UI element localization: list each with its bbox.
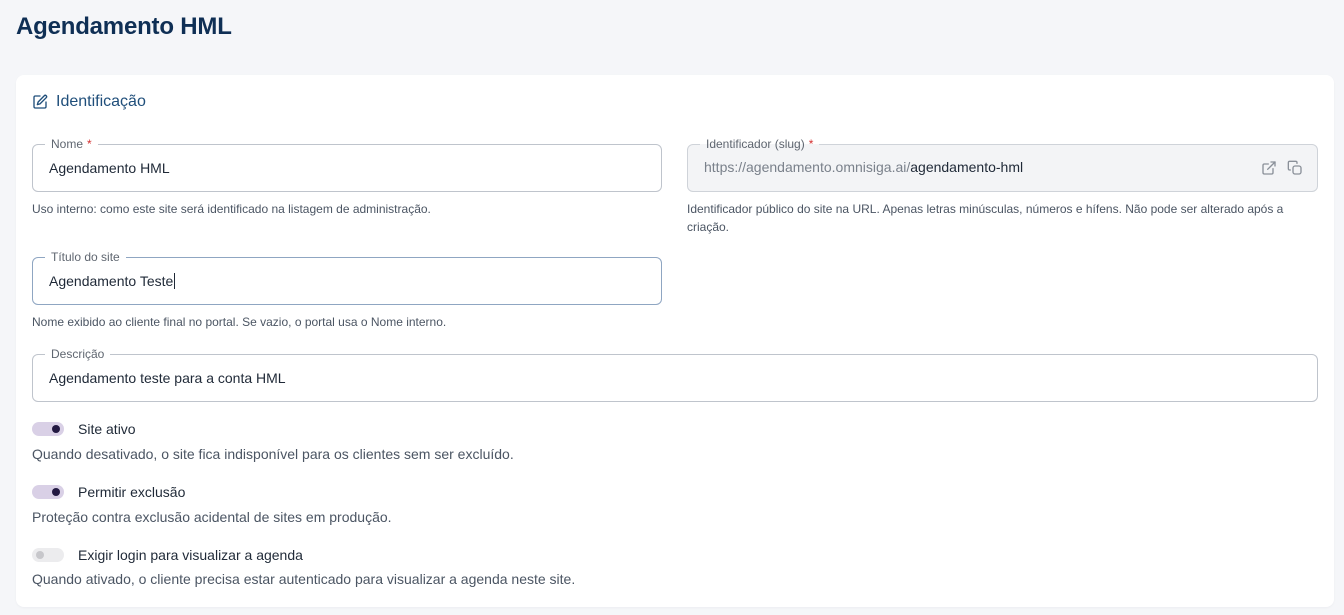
- slug-input: https://agendamento.omnisiga.ai/agendame…: [704, 159, 1023, 175]
- name-helper: Uso interno: como este site será identif…: [32, 202, 431, 216]
- switch-knob: [52, 488, 60, 496]
- slug-actions: [1261, 160, 1303, 181]
- switch-knob: [52, 425, 60, 433]
- external-link-icon[interactable]: [1261, 160, 1277, 181]
- slug-field: Identificador (slug) * https://agendament…: [687, 137, 1318, 192]
- allow-delete-label: Permitir exclusão: [78, 484, 186, 500]
- slug-helper-line1: Identificador público do site na URL. Ap…: [687, 202, 1284, 216]
- toggle-allow-delete: Permitir exclusão: [32, 484, 185, 500]
- edit-icon: [32, 94, 48, 110]
- site-active-description: Quando desativado, o site fica indisponí…: [32, 446, 514, 462]
- site-active-label: Site ativo: [78, 421, 136, 437]
- require-login-description: Quando ativado, o cliente precisa estar …: [32, 571, 576, 587]
- section-title: Identificação: [56, 93, 146, 110]
- text-caret: [174, 273, 176, 289]
- site-title-input[interactable]: Agendamento Teste: [49, 273, 176, 289]
- required-mark: *: [87, 137, 92, 151]
- site-active-switch[interactable]: [32, 422, 64, 436]
- description-field[interactable]: Descrição Agendamento teste para a conta…: [32, 347, 1318, 402]
- section-header: Identificação: [32, 93, 146, 111]
- toggle-site-active: Site ativo: [32, 421, 136, 437]
- slug-field-label: Identificador (slug) *: [700, 137, 820, 151]
- name-field[interactable]: Nome * Agendamento HML: [32, 137, 662, 192]
- site-title-field[interactable]: Título do site Agendamento Teste: [32, 250, 662, 305]
- allow-delete-description: Proteção contra exclusão acidental de si…: [32, 509, 392, 525]
- site-title-helper: Nome exibido ao cliente final no portal.…: [32, 315, 447, 329]
- required-mark: *: [808, 137, 814, 151]
- slug-helper-line2: criação.: [687, 220, 730, 234]
- slug-prefix: https://agendamento.omnisiga.ai/: [704, 159, 911, 175]
- site-title-field-label: Título do site: [45, 250, 126, 264]
- page-title: Agendamento HML: [16, 13, 232, 40]
- slug-value: agendamento-hml: [910, 159, 1024, 175]
- toggle-require-login: Exigir login para visualizar a agenda: [32, 547, 303, 563]
- description-field-label: Descrição: [45, 347, 111, 361]
- name-field-label: Nome *: [45, 137, 98, 151]
- identification-card: Identificação Nome * Agendamento HML Uso …: [16, 75, 1334, 607]
- allow-delete-switch[interactable]: [32, 485, 64, 499]
- description-input[interactable]: Agendamento teste para a conta HML: [49, 370, 286, 386]
- require-login-label: Exigir login para visualizar a agenda: [78, 547, 303, 563]
- slug-helper: Identificador público do site na URL. Ap…: [687, 200, 1283, 236]
- require-login-switch[interactable]: [32, 548, 64, 562]
- switch-knob: [36, 551, 44, 559]
- name-input[interactable]: Agendamento HML: [49, 160, 170, 176]
- copy-icon[interactable]: [1287, 160, 1303, 181]
